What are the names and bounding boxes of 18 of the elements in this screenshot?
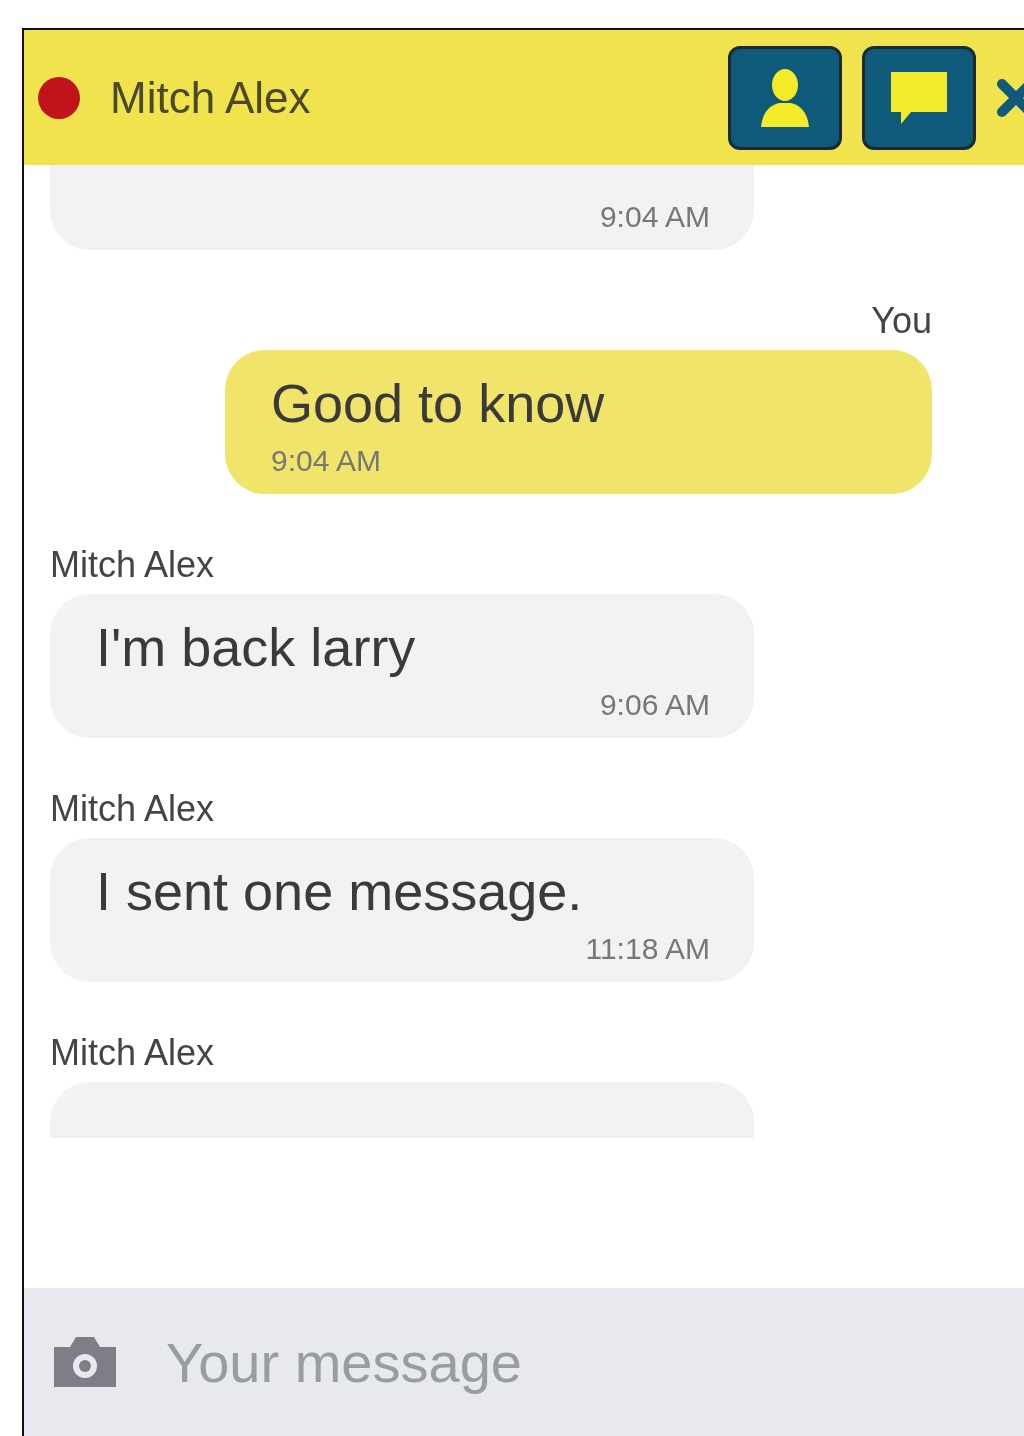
- message-text: I sent one message.: [96, 860, 584, 922]
- message-time: 9:06 AM: [599, 688, 710, 722]
- message-composer[interactable]: Your message: [24, 1288, 1024, 1436]
- message-text: Good to know: [271, 372, 605, 434]
- sender-name: Mitch Alex: [50, 544, 215, 586]
- sender-name: Mitch Alex: [50, 788, 215, 830]
- sender-name: You: [871, 300, 932, 342]
- message-text: I'm back larry: [96, 616, 417, 678]
- close-icon: [996, 77, 1024, 118]
- message-time: 9:04 AM: [599, 200, 710, 234]
- close-button[interactable]: [996, 77, 1024, 118]
- profile-button[interactable]: [728, 45, 842, 150]
- contact-name: Mitch Alex: [110, 72, 312, 123]
- chat-button[interactable]: [862, 45, 976, 150]
- message-field[interactable]: Your message: [164, 1328, 868, 1396]
- sender-name: Mitch Alex: [50, 1032, 215, 1074]
- message-time: 9:04 AM: [271, 444, 382, 478]
- message-time: 11:18 AM: [585, 932, 710, 966]
